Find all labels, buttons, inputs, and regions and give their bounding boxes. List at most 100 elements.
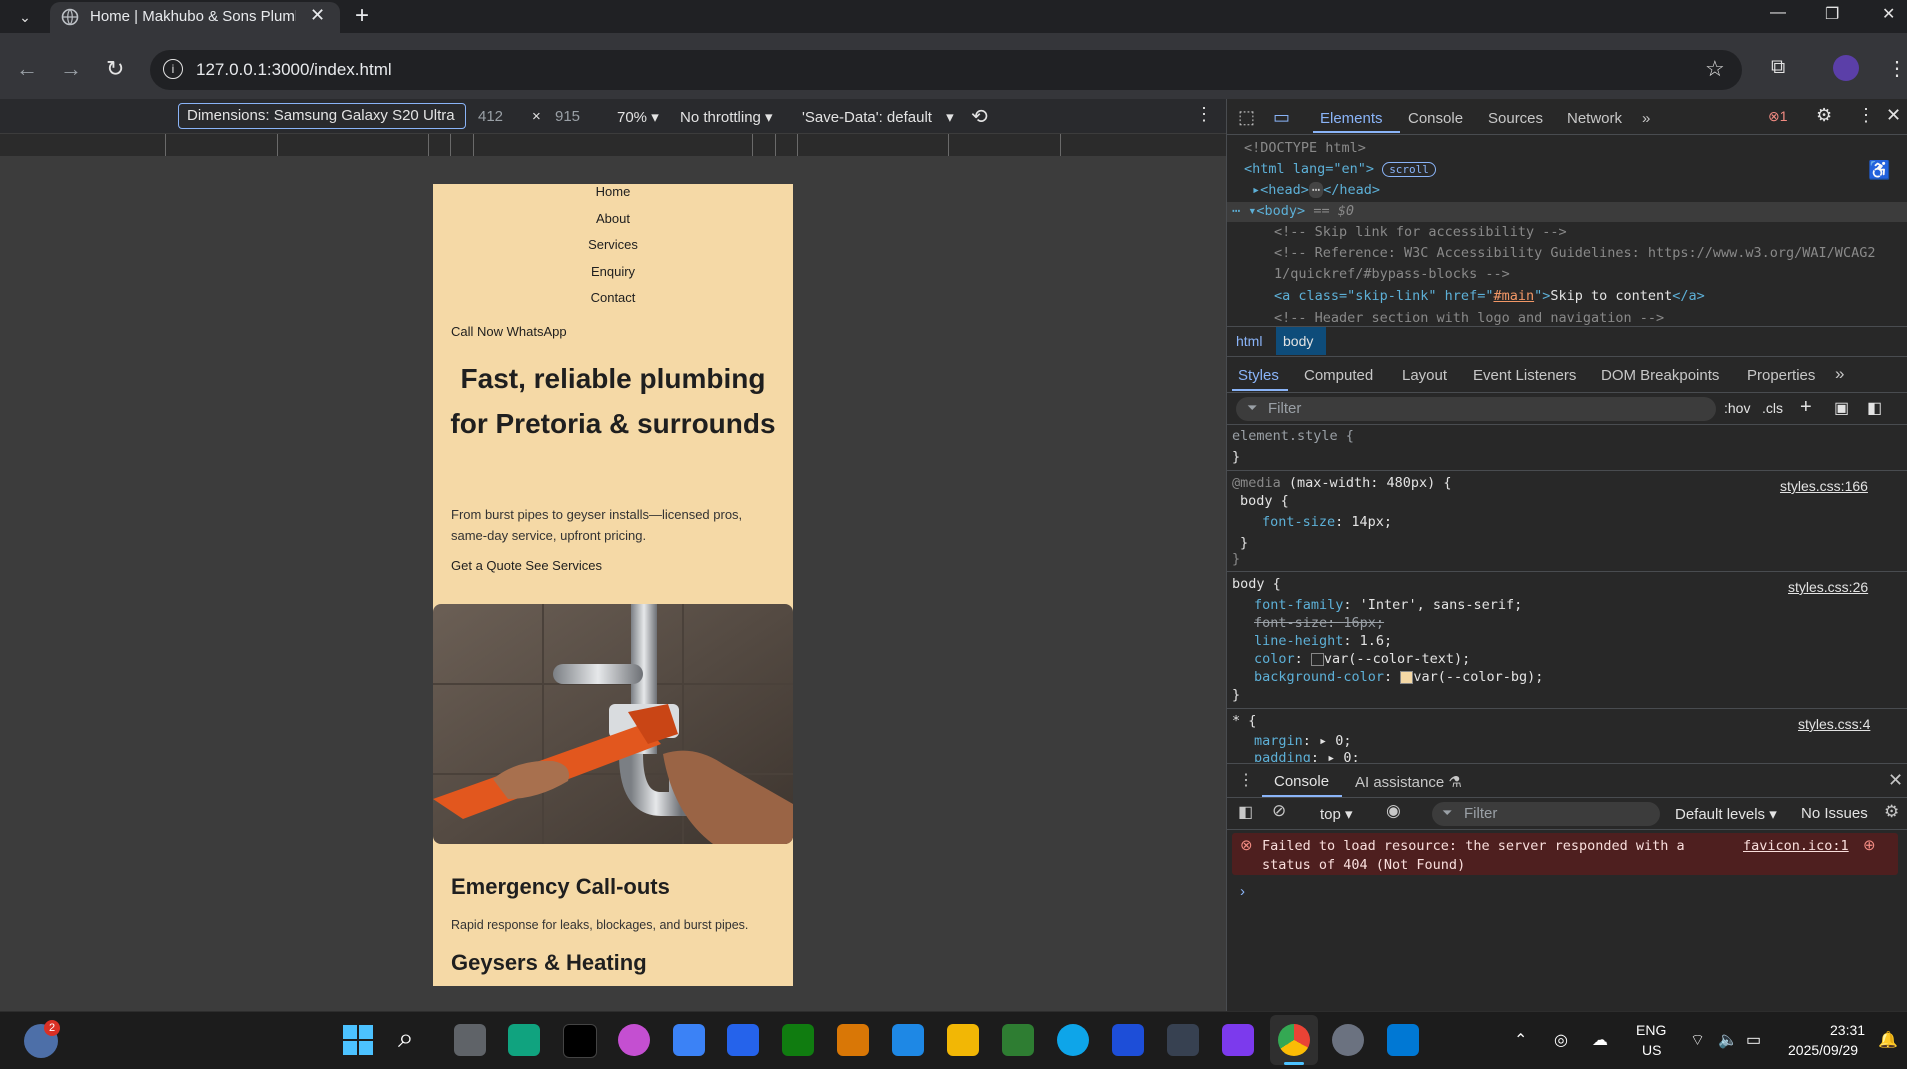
- nav-about[interactable]: About: [433, 211, 793, 226]
- color-swatch[interactable]: [1400, 670, 1414, 684]
- browser-menu-icon[interactable]: ⋮: [1887, 56, 1907, 81]
- nav-enquiry[interactable]: Enquiry: [433, 264, 793, 279]
- rotate-icon[interactable]: ⟲: [971, 104, 988, 129]
- new-rule-icon[interactable]: +: [1800, 396, 1812, 419]
- body-selector[interactable]: body {: [1232, 576, 1281, 592]
- scroll-badge[interactable]: scroll: [1382, 162, 1436, 177]
- dom-doctype[interactable]: <!DOCTYPE html>: [1244, 140, 1366, 156]
- media-rule[interactable]: @media (max-width: 480px) {: [1232, 475, 1451, 491]
- dom-comment[interactable]: <!-- Skip link for accessibility -->: [1274, 224, 1567, 240]
- padding-declaration[interactable]: padding: ▸ 0;: [1254, 750, 1360, 762]
- language-indicator[interactable]: ENG: [1636, 1022, 1666, 1038]
- element-style-rule[interactable]: element.style {: [1232, 428, 1354, 444]
- throttling-select[interactable]: No throttling ▾: [680, 108, 773, 126]
- ruler-tick[interactable]: [165, 134, 166, 156]
- chart-app-icon[interactable]: [1002, 1024, 1034, 1056]
- window-close-icon[interactable]: ✕: [1882, 4, 1895, 24]
- more-subtabs-icon[interactable]: »: [1835, 364, 1844, 384]
- battery-icon[interactable]: ▭: [1746, 1030, 1761, 1050]
- nav-contact[interactable]: Contact: [433, 290, 793, 305]
- xbox-icon[interactable]: [782, 1024, 814, 1056]
- call-now-links[interactable]: Call Now WhatsApp: [451, 324, 567, 339]
- dom-body-node[interactable]: ⋯ ▾<body> == $0: [1232, 203, 1354, 219]
- start-windows-icon[interactable]: [343, 1025, 373, 1055]
- restore-icon[interactable]: ❐: [1825, 4, 1839, 24]
- color-app-icon[interactable]: [618, 1024, 650, 1056]
- device-mode-icon[interactable]: ▭: [1273, 107, 1290, 128]
- copilot-icon[interactable]: [673, 1024, 705, 1056]
- dom-comment[interactable]: <!-- Header section with logo and naviga…: [1274, 310, 1664, 326]
- tab-sources[interactable]: Sources: [1488, 110, 1543, 127]
- margin-declaration[interactable]: margin: ▸ 0;: [1254, 733, 1352, 749]
- console-prompt-icon[interactable]: ›: [1240, 883, 1245, 900]
- tab-dom-breakpoints[interactable]: DOM Breakpoints: [1601, 367, 1719, 384]
- collapsed-ellipsis[interactable]: ⋯: [1308, 182, 1324, 198]
- line-height-declaration[interactable]: line-height: 1.6;: [1254, 633, 1392, 649]
- tab-console[interactable]: Console: [1408, 110, 1463, 127]
- save-data-select[interactable]: 'Save-Data': default ▾: [802, 108, 954, 126]
- site-info-icon[interactable]: i: [163, 59, 183, 79]
- console-settings-gear-icon[interactable]: ⚙: [1884, 802, 1899, 822]
- devtools-menu-icon[interactable]: ⋮: [1857, 105, 1875, 126]
- tab-styles[interactable]: Styles: [1238, 367, 1279, 384]
- overridden-font-size-declaration[interactable]: font-size: 16px;: [1254, 615, 1384, 631]
- chatgpt-icon[interactable]: [508, 1024, 540, 1056]
- chrome-icon[interactable]: [1278, 1024, 1310, 1056]
- dom-skip-link-node[interactable]: <a class="skip-link" href="#main">Skip t…: [1274, 288, 1705, 304]
- profile-avatar[interactable]: [1833, 55, 1859, 81]
- reload-icon[interactable]: ↻: [106, 56, 124, 82]
- dom-comment[interactable]: <!-- Reference: W3C Accessibility Guidel…: [1274, 245, 1875, 261]
- badge-app-icon[interactable]: [837, 1024, 869, 1056]
- volume-icon[interactable]: 🔈: [1718, 1030, 1738, 1050]
- url-text[interactable]: 127.0.0.1:3000/index.html: [196, 60, 392, 80]
- device-dimensions-select[interactable]: Dimensions: Samsung Galaxy S20 Ultra ▾: [178, 103, 466, 147]
- tray-app-icon[interactable]: ◎: [1554, 1030, 1568, 1050]
- drawer-close-icon[interactable]: ✕: [1888, 770, 1903, 791]
- ruler-tick[interactable]: [473, 134, 474, 156]
- issues-button[interactable]: No Issues: [1801, 805, 1868, 822]
- task-view-icon[interactable]: [454, 1024, 486, 1056]
- dom-html-node[interactable]: <html lang="en"> scroll: [1244, 161, 1436, 177]
- notifications-icon[interactable]: 🔔: [1878, 1030, 1898, 1050]
- error-counter[interactable]: ⊗1: [1768, 108, 1788, 125]
- more-tabs-icon[interactable]: »: [1642, 110, 1650, 127]
- wifi-icon[interactable]: ⌔: [1690, 1030, 1705, 1050]
- network-icon[interactable]: ⊕: [1863, 836, 1876, 854]
- ruler-tick[interactable]: [450, 134, 451, 156]
- href-value[interactable]: #main: [1493, 288, 1534, 304]
- tab-elements[interactable]: Elements: [1320, 110, 1383, 127]
- live-expression-eye-icon[interactable]: ◉: [1386, 801, 1401, 821]
- nav-services[interactable]: Services: [433, 237, 793, 252]
- settings-gear-icon[interactable]: ⚙: [1816, 105, 1832, 126]
- hov-button[interactable]: :hov: [1724, 400, 1750, 416]
- minimize-icon[interactable]: —: [1770, 4, 1786, 22]
- background-color-declaration[interactable]: background-color: var(--color-bg);: [1254, 669, 1543, 685]
- settings-icon[interactable]: [1332, 1024, 1364, 1056]
- styles-filter-input[interactable]: [1236, 397, 1716, 421]
- clear-console-icon[interactable]: ⊘: [1272, 801, 1286, 821]
- nav-home[interactable]: Home: [433, 184, 793, 199]
- file-explorer-icon[interactable]: [947, 1024, 979, 1056]
- ruler-tick[interactable]: [752, 134, 753, 156]
- body-selector[interactable]: body {: [1240, 493, 1289, 509]
- xm-app-icon[interactable]: [563, 1024, 597, 1058]
- tab-layout[interactable]: Layout: [1402, 367, 1447, 384]
- cls-button[interactable]: .cls: [1762, 400, 1783, 416]
- purple-app-icon[interactable]: [1222, 1024, 1254, 1056]
- devtools-close-icon[interactable]: ✕: [1886, 105, 1901, 126]
- breadcrumb-html[interactable]: html: [1236, 333, 1262, 349]
- log-levels-select[interactable]: Default levels ▾: [1675, 805, 1777, 823]
- clock-time[interactable]: 23:31: [1830, 1022, 1865, 1038]
- ruler-tick[interactable]: [428, 134, 429, 156]
- microsoft-store-icon[interactable]: [727, 1024, 759, 1056]
- tab-search-button[interactable]: ⌄: [8, 4, 42, 30]
- tab-network[interactable]: Network: [1567, 110, 1622, 127]
- color-swatch[interactable]: [1310, 652, 1324, 666]
- hero-cta-links[interactable]: Get a Quote See Services: [451, 558, 602, 573]
- window-app-icon[interactable]: [892, 1024, 924, 1056]
- drawer-tab-ai-assistance[interactable]: AI assistance ⚗: [1355, 773, 1462, 791]
- breadcrumb-body[interactable]: body: [1283, 333, 1313, 349]
- cloud-icon[interactable]: ☁: [1592, 1030, 1608, 1050]
- ruler-tick[interactable]: [775, 134, 776, 156]
- ruler-tick[interactable]: [797, 134, 798, 156]
